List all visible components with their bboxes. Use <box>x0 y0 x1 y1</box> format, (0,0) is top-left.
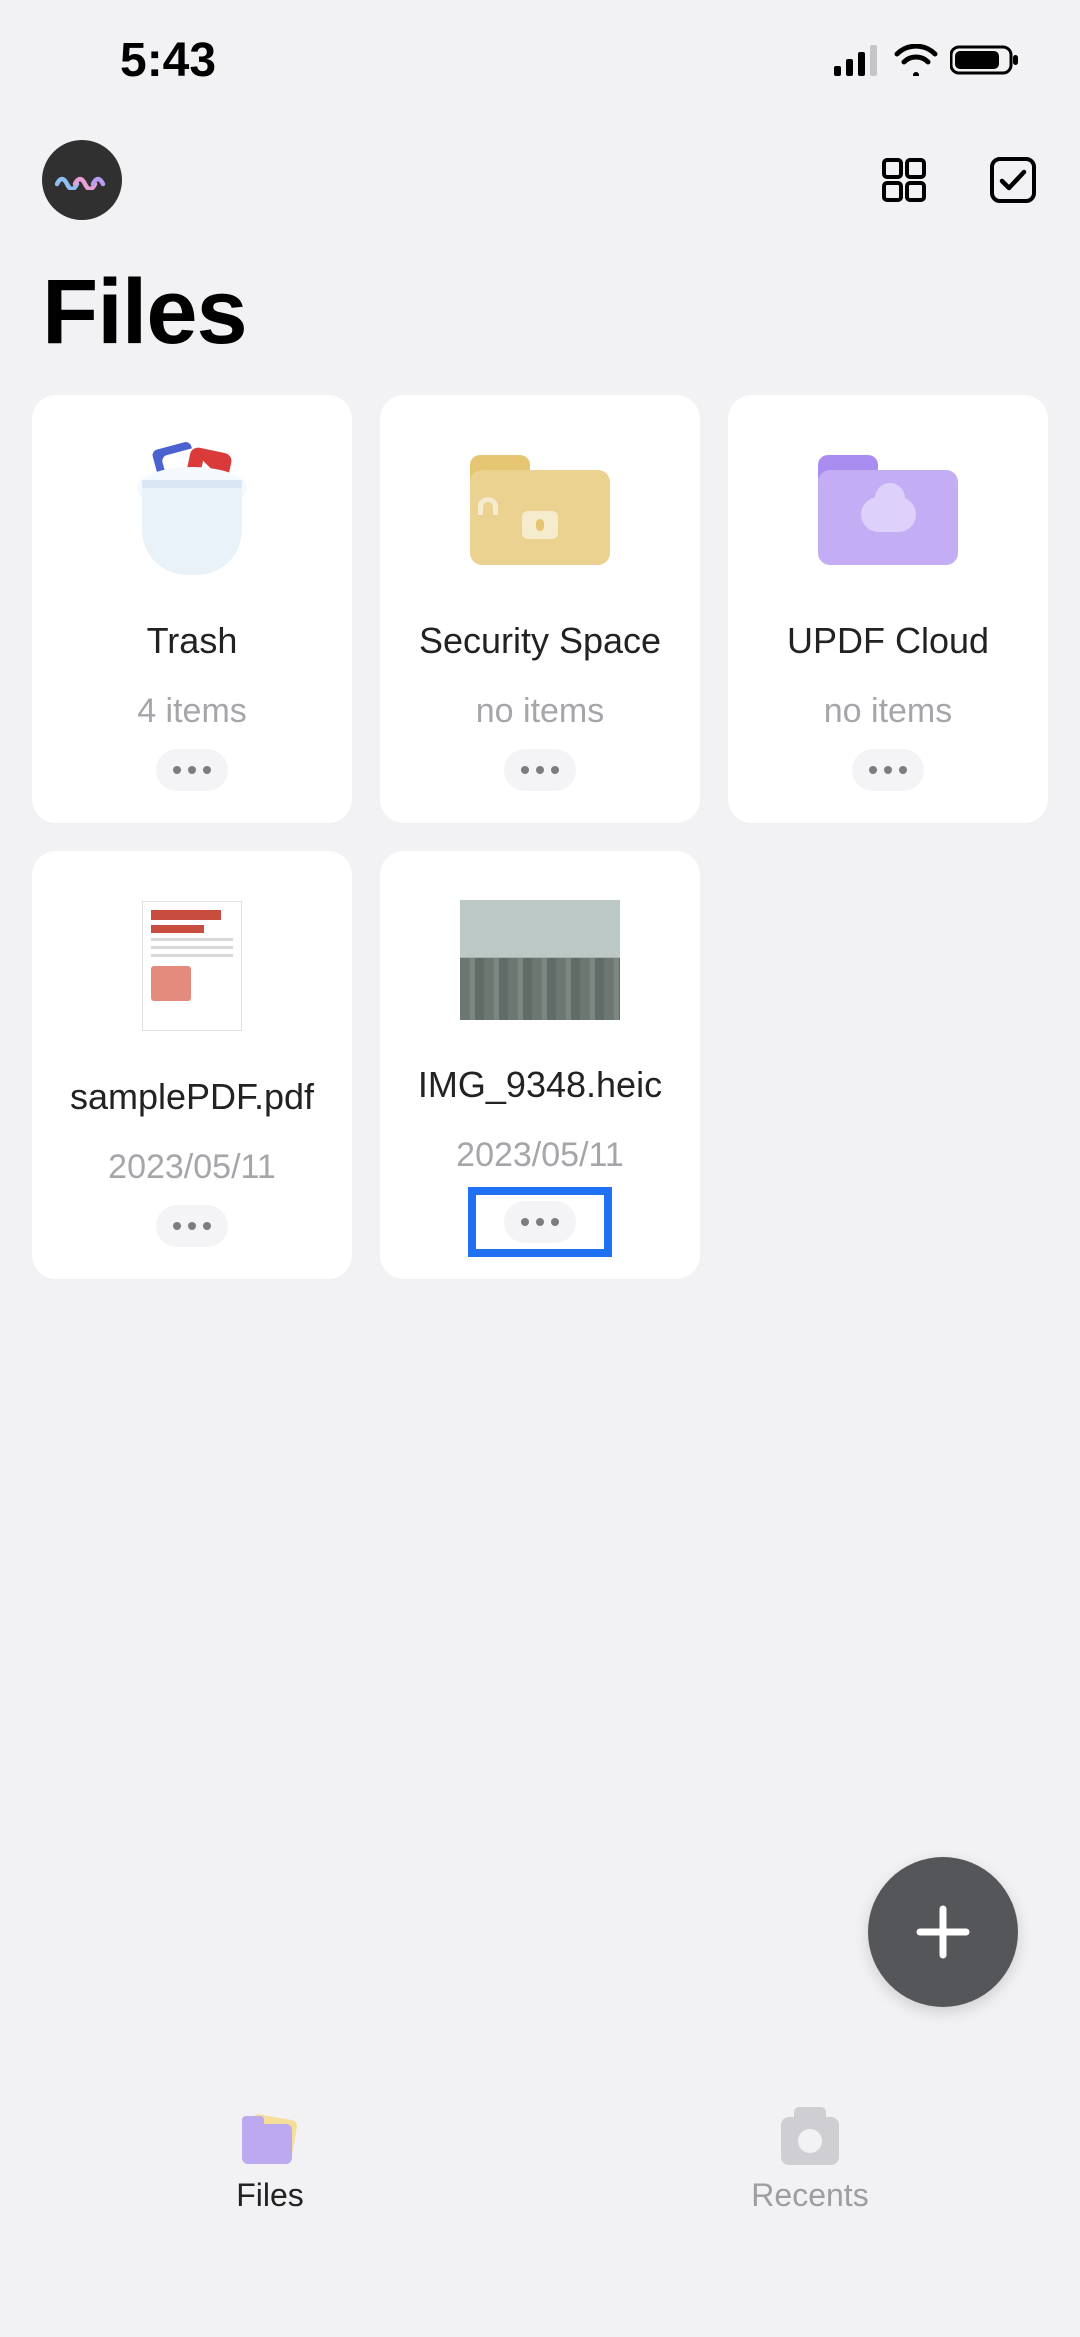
more-icon <box>521 766 559 774</box>
item-security-space[interactable]: Security Space no items <box>380 395 700 823</box>
status-bar: 5:43 <box>0 0 1080 100</box>
tab-label: Recents <box>751 2177 868 2214</box>
item-updf-cloud[interactable]: UPDF Cloud no items <box>728 395 1048 823</box>
card-subtitle: no items <box>476 692 605 731</box>
more-button[interactable] <box>504 1201 576 1243</box>
add-button[interactable] <box>868 1857 1018 2007</box>
card-title: samplePDF.pdf <box>70 1076 314 1118</box>
highlighted-more <box>468 1187 612 1257</box>
signal-icon <box>834 44 882 76</box>
view-grid-button[interactable] <box>880 156 928 204</box>
pdf-thumbnail-icon <box>142 901 242 1031</box>
card-subtitle: 4 items <box>137 692 247 731</box>
card-icon <box>746 425 1030 595</box>
folder-cloud-icon <box>818 455 958 565</box>
item-img-9348[interactable]: IMG_9348.heic 2023/05/11 <box>380 851 700 1279</box>
trash-icon <box>132 445 252 575</box>
more-button[interactable] <box>156 749 228 791</box>
more-button[interactable] <box>504 749 576 791</box>
status-time: 5:43 <box>120 33 216 88</box>
checkbox-icon <box>988 155 1038 205</box>
more-icon <box>869 766 907 774</box>
card-icon <box>50 425 334 595</box>
card-subtitle: 2023/05/11 <box>108 1148 276 1187</box>
photo-thumbnail-icon <box>460 900 620 1020</box>
more-icon <box>521 1218 559 1226</box>
wifi-icon <box>894 44 938 76</box>
app-logo-icon <box>55 170 109 190</box>
folder-lock-icon <box>470 455 610 565</box>
select-button[interactable] <box>988 155 1038 205</box>
header-row <box>0 100 1080 230</box>
more-icon <box>173 1222 211 1230</box>
more-button[interactable] <box>852 749 924 791</box>
more-button[interactable] <box>156 1205 228 1247</box>
page-title: Files <box>0 230 1080 395</box>
card-title: IMG_9348.heic <box>418 1064 662 1106</box>
plus-icon <box>912 1901 974 1963</box>
more-icon <box>173 766 211 774</box>
tab-files[interactable]: Files <box>0 2117 540 2337</box>
files-tab-icon <box>240 2117 300 2165</box>
card-icon <box>398 425 682 595</box>
tab-recents[interactable]: Recents <box>540 2117 1080 2337</box>
item-trash[interactable]: Trash 4 items <box>32 395 352 823</box>
status-icons <box>834 44 1020 76</box>
card-title: Trash <box>147 620 238 662</box>
battery-icon <box>950 44 1020 76</box>
card-icon <box>50 881 334 1051</box>
file-grid: Trash 4 items Security Space no items <box>0 395 1080 1279</box>
recents-tab-icon <box>781 2117 839 2165</box>
card-icon <box>398 881 682 1039</box>
tab-bar: Files Recents <box>0 2077 1080 2337</box>
card-subtitle: no items <box>824 692 953 731</box>
card-title: Security Space <box>419 620 661 662</box>
item-sample-pdf[interactable]: samplePDF.pdf 2023/05/11 <box>32 851 352 1279</box>
header-actions <box>880 155 1038 205</box>
tab-label: Files <box>236 2177 304 2214</box>
card-subtitle: 2023/05/11 <box>456 1136 624 1175</box>
card-title: UPDF Cloud <box>787 620 989 662</box>
grid-icon <box>880 156 928 204</box>
avatar[interactable] <box>42 140 122 220</box>
